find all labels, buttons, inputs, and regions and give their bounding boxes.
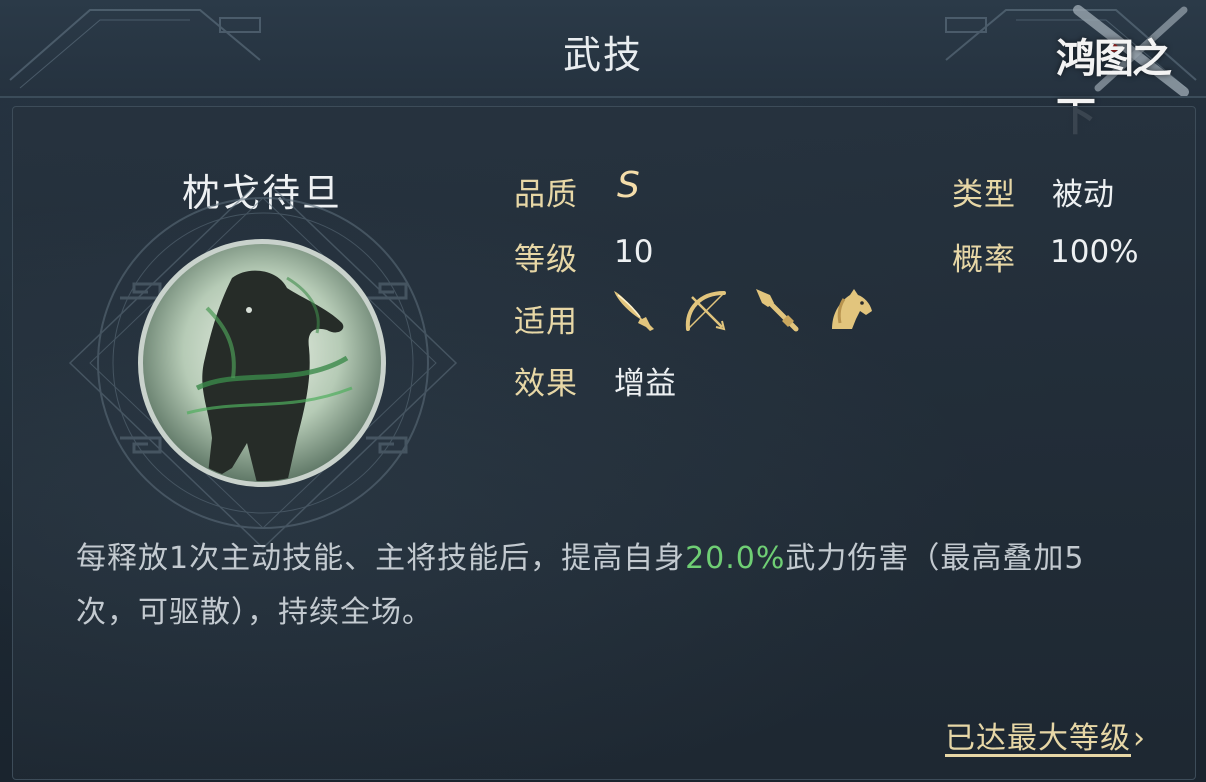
spear-icon: [756, 289, 799, 332]
quality-label: 品质: [514, 177, 578, 213]
description-text-1: 每释放1次主动技能、主将技能后，提高自身: [76, 541, 686, 576]
skill-detail-screen: 武技 鸿图之下 枕戈待旦: [0, 0, 1206, 782]
description-highlight-value: 20.0%: [685, 541, 786, 576]
type-label: 类型: [952, 177, 1016, 213]
skill-description: 每释放1次主动技能、主将技能后，提高自身20.0%武力伤害（最高叠加5次，可驱散…: [76, 532, 1136, 640]
max-level-link[interactable]: 已达最大等级›: [945, 713, 1146, 757]
quality-value: S: [617, 165, 640, 206]
header-bar: 武技 鸿图之下: [0, 0, 1206, 140]
applicable-weapon-icons: [608, 285, 876, 337]
chance-label: 概率: [952, 242, 1016, 278]
skill-portrait: [138, 239, 386, 487]
max-level-label: 已达最大等级: [945, 721, 1131, 756]
type-value: 被动: [1052, 177, 1114, 213]
horse-icon: [832, 289, 872, 329]
chance-value: 100%: [1050, 234, 1139, 270]
applicable-label: 适用: [514, 304, 578, 340]
bow-icon: [685, 291, 726, 331]
chevron-right-icon: ›: [1133, 721, 1146, 756]
effect-label: 效果: [514, 366, 578, 402]
sword-icon: [614, 291, 654, 331]
effect-value: 增益: [614, 366, 676, 402]
game-logo: 鸿图之下: [1008, 4, 1194, 140]
level-value: 10: [614, 234, 654, 270]
level-label: 等级: [514, 242, 578, 278]
